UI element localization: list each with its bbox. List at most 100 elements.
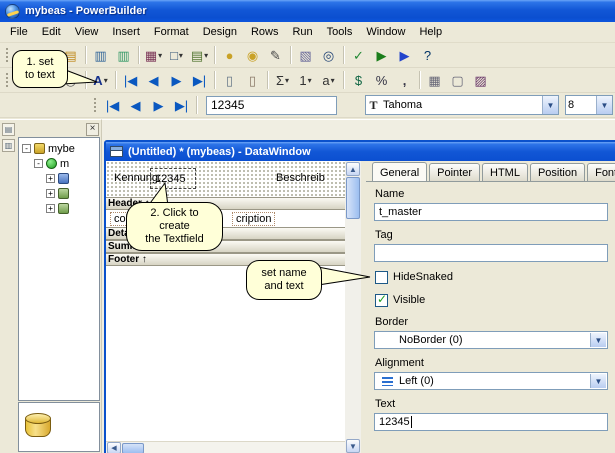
tree-item[interactable]: + <box>19 201 99 216</box>
menu-item-rows[interactable]: Rows <box>244 23 286 41</box>
tag-input[interactable] <box>374 244 608 262</box>
tab-font[interactable]: Font <box>587 163 615 181</box>
border-combo-arrow-icon[interactable]: ▼ <box>590 333 606 347</box>
menu-item-format[interactable]: Format <box>147 23 196 41</box>
menu-item-run[interactable]: Run <box>285 23 319 41</box>
last-page-icon[interactable]: ▶| <box>188 70 211 90</box>
next-row-icon[interactable]: ▶ <box>147 95 170 115</box>
page-setup-icon[interactable]: ▯ <box>241 70 264 90</box>
menu-item-insert[interactable]: Insert <box>105 23 147 41</box>
dropdown-arrow-icon[interactable]: ▾ <box>179 51 183 60</box>
clip-panel-icon[interactable]: ▥ <box>2 139 15 152</box>
comma-icon[interactable]: , <box>393 70 416 90</box>
text-input[interactable]: 12345 <box>374 413 608 431</box>
visible-checkbox[interactable] <box>375 294 388 307</box>
database-profile-icon[interactable]: ◉ <box>241 45 264 65</box>
tree-item[interactable]: + <box>19 186 99 201</box>
toolbar-grip[interactable] <box>4 71 9 89</box>
horizontal-scrollbar[interactable]: ◀ <box>106 441 345 453</box>
selected-text-control[interactable]: 12345 <box>150 168 196 189</box>
vertical-scrollbar[interactable]: ▲ ▼ <box>345 161 361 453</box>
expand-icon[interactable]: + <box>46 174 55 183</box>
alignment-combo-arrow-icon[interactable]: ▼ <box>590 374 606 388</box>
sum-icon[interactable]: Σ▾ <box>271 70 294 90</box>
dropdown-arrow-icon[interactable]: ▾ <box>331 76 335 85</box>
datawindow-title-bar[interactable]: (Untitled) * (mybeas) - DataWindow <box>106 142 615 161</box>
dropdown-arrow-icon[interactable]: ▾ <box>285 76 289 85</box>
control-text-input[interactable]: 12345 <box>206 96 337 115</box>
library-painter-icon[interactable]: ▧ <box>294 45 317 65</box>
scroll-left-button[interactable]: ◀ <box>107 442 121 453</box>
font-size-combo[interactable]: 8 ▼ <box>565 95 613 115</box>
scroll-down-button[interactable]: ▼ <box>346 439 360 453</box>
collapse-icon[interactable]: - <box>34 159 43 168</box>
edit-source-icon[interactable]: ✎ <box>264 45 287 65</box>
next-page-icon[interactable]: ▶ <box>165 70 188 90</box>
run-project-icon[interactable]: ▶ <box>370 45 393 65</box>
percent-icon[interactable]: % <box>370 70 393 90</box>
tab-position[interactable]: Position <box>530 163 585 181</box>
alignment-combo[interactable]: Left (0) ▼ <box>374 372 608 390</box>
tree-item[interactable]: -mybe <box>19 141 99 156</box>
tab-general[interactable]: General <box>372 162 427 181</box>
menu-item-design[interactable]: Design <box>196 23 244 41</box>
expand-icon[interactable]: + <box>46 204 55 213</box>
border-combo[interactable]: NoBorder (0) ▼ <box>374 331 608 349</box>
header-band-content[interactable]: Kennung: 12345 Beschreib <box>106 161 345 197</box>
text-control-icon[interactable]: A▾ <box>89 70 112 90</box>
expand-icon[interactable]: + <box>46 189 55 198</box>
menu-item-help[interactable]: Help <box>412 23 449 41</box>
system-tree-panel-icon[interactable]: ▤ <box>2 123 15 136</box>
database-painter-icon[interactable]: ● <box>218 45 241 65</box>
menu-painter-icon[interactable]: ▤▾ <box>188 45 211 65</box>
debug-project-icon[interactable]: ▶ <box>393 45 416 65</box>
last-row-icon[interactable]: ▶| <box>170 95 193 115</box>
column-control-2[interactable]: cription <box>232 212 275 226</box>
prior-row-icon[interactable]: ◀ <box>124 95 147 115</box>
horizontal-scroll-thumb[interactable] <box>122 443 144 453</box>
font-combo-arrow-icon[interactable]: ▼ <box>542 96 558 114</box>
menu-item-edit[interactable]: Edit <box>35 23 68 41</box>
hidesnaked-checkbox[interactable] <box>375 271 388 284</box>
collapse-icon[interactable]: - <box>22 144 31 153</box>
todo-list-icon[interactable]: ✓ <box>347 45 370 65</box>
dropdown-arrow-icon[interactable]: ▾ <box>308 76 312 85</box>
dropdown-arrow-icon[interactable]: ▾ <box>104 76 108 85</box>
tab-html[interactable]: HTML <box>482 163 528 181</box>
close-panel-button[interactable]: × <box>86 123 99 136</box>
menu-item-tools[interactable]: Tools <box>320 23 360 41</box>
scroll-up-button[interactable]: ▲ <box>346 162 360 176</box>
first-page-icon[interactable]: |◀ <box>119 70 142 90</box>
border-icon[interactable]: ▢ <box>446 70 469 90</box>
name-input[interactable]: t_master <box>374 203 608 221</box>
grid-icon[interactable]: ▦ <box>423 70 446 90</box>
page-icon[interactable]: ▯ <box>218 70 241 90</box>
toolbar-grip[interactable] <box>4 46 9 64</box>
menu-item-view[interactable]: View <box>68 23 106 41</box>
preview-icon[interactable]: ▥ <box>112 45 135 65</box>
font-name-combo[interactable]: T Tahoma ▼ <box>365 95 559 115</box>
tree-item[interactable]: + <box>19 171 99 186</box>
menu-item-file[interactable]: File <box>3 23 35 41</box>
currency-icon[interactable]: $ <box>347 70 370 90</box>
window-painter-icon[interactable]: □▾ <box>165 45 188 65</box>
vertical-scroll-thumb[interactable] <box>346 177 360 219</box>
beschreib-label[interactable]: Beschreib <box>276 172 345 184</box>
prior-page-icon[interactable]: ◀ <box>142 70 165 90</box>
selected-text-value: 12345 <box>155 173 186 185</box>
tree-item[interactable]: -m <box>19 156 99 171</box>
case-icon[interactable]: a▾ <box>317 70 340 90</box>
browser-icon[interactable]: ◎ <box>317 45 340 65</box>
chart-icon[interactable]: ▨ <box>469 70 492 90</box>
datawindow-painter-icon[interactable]: ▦▾ <box>142 45 165 65</box>
dropdown-arrow-icon[interactable]: ▾ <box>204 51 208 60</box>
run-window-icon[interactable]: ▥ <box>89 45 112 65</box>
help-icon[interactable]: ? <box>416 45 439 65</box>
first-row-icon[interactable]: |◀ <box>101 95 124 115</box>
tab-pointer[interactable]: Pointer <box>429 163 480 181</box>
count-icon[interactable]: 1▾ <box>294 70 317 90</box>
menu-item-window[interactable]: Window <box>359 23 412 41</box>
size-combo-arrow-icon[interactable]: ▼ <box>596 96 612 114</box>
dropdown-arrow-icon[interactable]: ▾ <box>158 51 162 60</box>
toolbar-grip[interactable] <box>92 96 97 114</box>
